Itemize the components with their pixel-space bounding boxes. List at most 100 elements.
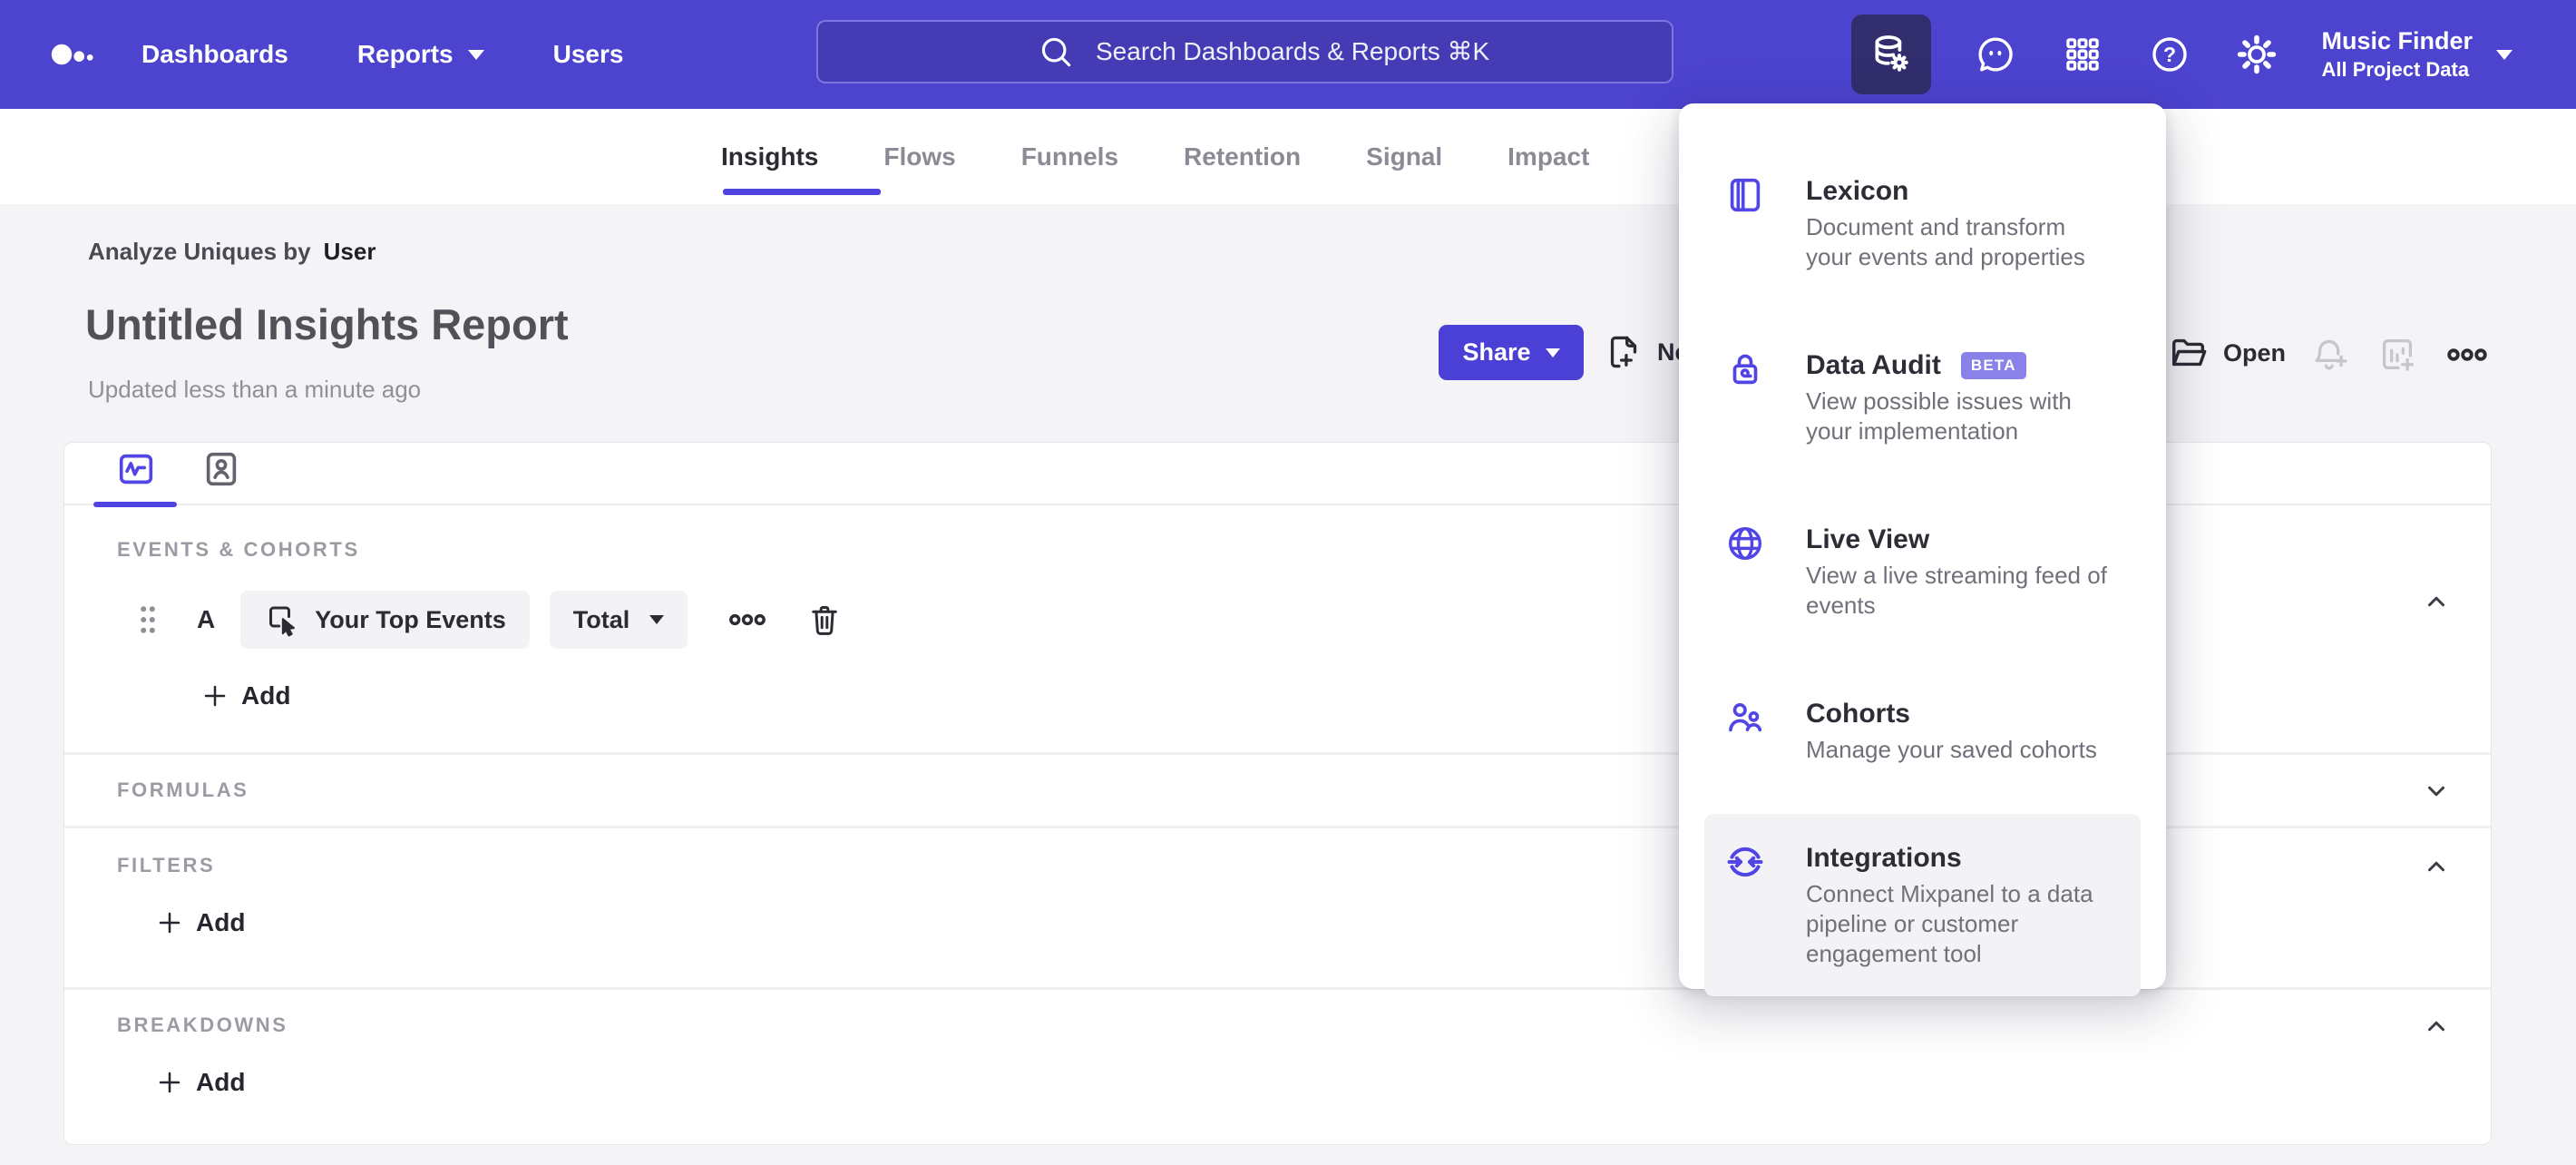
apps-grid-button[interactable] <box>2060 32 2105 77</box>
trash-icon <box>812 606 837 635</box>
report-tabbar: Insights Flows Funnels Retention Signal … <box>0 109 2576 204</box>
document-plus-icon <box>1610 336 1637 368</box>
alert-button[interactable] <box>2309 334 2351 376</box>
menu-description: Manage your saved cohorts <box>1806 736 2097 763</box>
beta-badge: BETA <box>1960 352 2026 379</box>
analyze-value-user[interactable]: User <box>324 238 376 265</box>
lock-audit-icon <box>1724 348 1766 390</box>
tab-events-view[interactable] <box>115 448 157 490</box>
bell-plus-icon <box>2315 339 2347 370</box>
profile-card-icon <box>206 452 237 486</box>
more-horizontal-icon <box>2447 348 2487 361</box>
plus-icon <box>204 685 226 707</box>
section-header: FORMULAS <box>117 778 249 801</box>
menu-item-cohorts[interactable]: Cohorts Manage your saved cohorts <box>1704 670 2141 792</box>
add-event-button[interactable]: Add <box>201 681 290 710</box>
menu-title: Lexicon <box>1806 176 1909 206</box>
grid-icon <box>2066 38 2100 71</box>
tab-insights[interactable]: Insights <box>721 142 818 171</box>
menu-item-live-view[interactable]: Live View View a live streaming feed of … <box>1704 495 2141 648</box>
open-report-button[interactable]: Open <box>2168 332 2286 374</box>
search-input[interactable] <box>1096 37 1658 66</box>
add-filter-button[interactable]: Add <box>156 908 245 937</box>
page-title: Untitled Insights Report <box>85 300 569 348</box>
mixpanel-app: Dashboards Reports Users Search Dashboar… <box>0 0 2576 1165</box>
menu-description: View a live streaming feed of events <box>1806 562 2107 619</box>
menu-description: View possible issues with your implement… <box>1806 387 2072 445</box>
nav-item-reports[interactable]: Reports <box>357 40 484 69</box>
tab-signal[interactable]: Signal <box>1366 142 1442 171</box>
gear-icon <box>2238 34 2277 74</box>
aggregation-value: Total <box>572 605 630 633</box>
tab-funnels[interactable]: Funnels <box>1021 142 1118 171</box>
chevron-down-icon <box>467 49 484 60</box>
tab-impact[interactable]: Impact <box>1508 142 1589 171</box>
more-horizontal-icon <box>729 613 766 626</box>
collapse-breakdowns-button[interactable] <box>2416 1006 2456 1046</box>
plus-icon <box>159 1072 181 1093</box>
menu-item-lexicon[interactable]: Lexicon Document and transform your even… <box>1704 147 2141 299</box>
tab-flows[interactable]: Flows <box>883 142 955 171</box>
report-more-button[interactable] <box>2445 341 2489 368</box>
event-name: Your Top Events <box>315 605 506 633</box>
nav-item-users[interactable]: Users <box>553 40 624 69</box>
pulse-chart-icon <box>119 454 153 485</box>
database-gear-icon <box>1875 35 1909 72</box>
event-row-label: A <box>197 605 216 633</box>
drag-handle-icon[interactable] <box>139 604 157 635</box>
chevron-down-icon <box>2428 786 2444 797</box>
expand-formulas-button[interactable] <box>2416 771 2456 811</box>
nav-right-cluster: ? Music Finder All Project Data <box>1851 0 2513 109</box>
integrations-sync-icon <box>1724 841 1766 883</box>
nav-item-dashboards[interactable]: Dashboards <box>141 40 288 69</box>
search-icon <box>1036 32 1076 72</box>
updated-status: Updated less than a minute ago <box>88 376 422 403</box>
project-scope: All Project Data <box>2321 58 2470 82</box>
chevron-down-icon <box>649 615 665 624</box>
lexicon-book-icon <box>1724 174 1766 216</box>
analyze-row: Analyze Uniques by User <box>88 238 376 266</box>
add-breakdown-button[interactable]: Add <box>156 1068 245 1097</box>
help-button[interactable]: ? <box>2147 32 2192 77</box>
top-nav: Dashboards Reports Users Search Dashboar… <box>0 0 2576 109</box>
nav-links: Dashboards Reports Users <box>141 40 623 69</box>
feedback-button[interactable] <box>1973 32 2018 77</box>
chevron-up-icon <box>2428 596 2444 607</box>
menu-title: Integrations <box>1806 843 1962 873</box>
delete-event-button[interactable] <box>805 601 844 639</box>
project-selector[interactable]: Music Finder All Project Data <box>2321 26 2513 82</box>
menu-title: Live View <box>1806 524 1930 554</box>
menu-title: Cohorts <box>1806 699 1910 729</box>
collapse-events-button[interactable] <box>2416 582 2456 622</box>
cohorts-people-icon <box>1724 697 1766 739</box>
section-breakdowns: BREAKDOWNS Add <box>64 990 2491 1141</box>
collapse-filters-button[interactable] <box>2416 847 2456 886</box>
share-button[interactable]: Share <box>1439 325 1584 380</box>
global-search[interactable] <box>816 20 1673 83</box>
menu-description: Connect Mixpanel to a data pipeline or c… <box>1806 880 2093 967</box>
menu-item-data-audit[interactable]: Data Audit BETA View possible issues wit… <box>1704 321 2141 474</box>
data-management-button[interactable] <box>1851 15 1932 94</box>
svg-text:?: ? <box>2163 43 2176 66</box>
tab-retention[interactable]: Retention <box>1184 142 1301 171</box>
tab-profiles-view[interactable] <box>200 448 242 490</box>
chevron-up-icon <box>2428 1021 2444 1032</box>
chevron-down-icon <box>1545 348 1560 357</box>
event-row-more-button[interactable] <box>727 607 767 632</box>
menu-description: Document and transform your events and p… <box>1806 213 2085 270</box>
chevron-down-icon <box>2496 49 2513 60</box>
plus-icon <box>159 912 181 934</box>
aggregation-select-button[interactable]: Total <box>549 591 688 649</box>
event-select-button[interactable]: Your Top Events <box>240 591 530 649</box>
menu-title: Data Audit <box>1806 350 1941 380</box>
settings-button[interactable] <box>2234 32 2279 77</box>
add-to-board-button[interactable] <box>2376 334 2418 376</box>
menu-item-integrations[interactable]: Integrations Connect Mixpanel to a data … <box>1704 814 2141 996</box>
folder-open-icon <box>2171 338 2207 367</box>
mixpanel-logo-icon[interactable] <box>51 31 98 78</box>
globe-icon <box>1724 523 1766 564</box>
chevron-up-icon <box>2428 861 2444 872</box>
section-header: BREAKDOWNS <box>117 1013 288 1036</box>
chart-plus-icon <box>2382 339 2415 371</box>
data-management-menu: Lexicon Document and transform your even… <box>1679 103 2166 996</box>
